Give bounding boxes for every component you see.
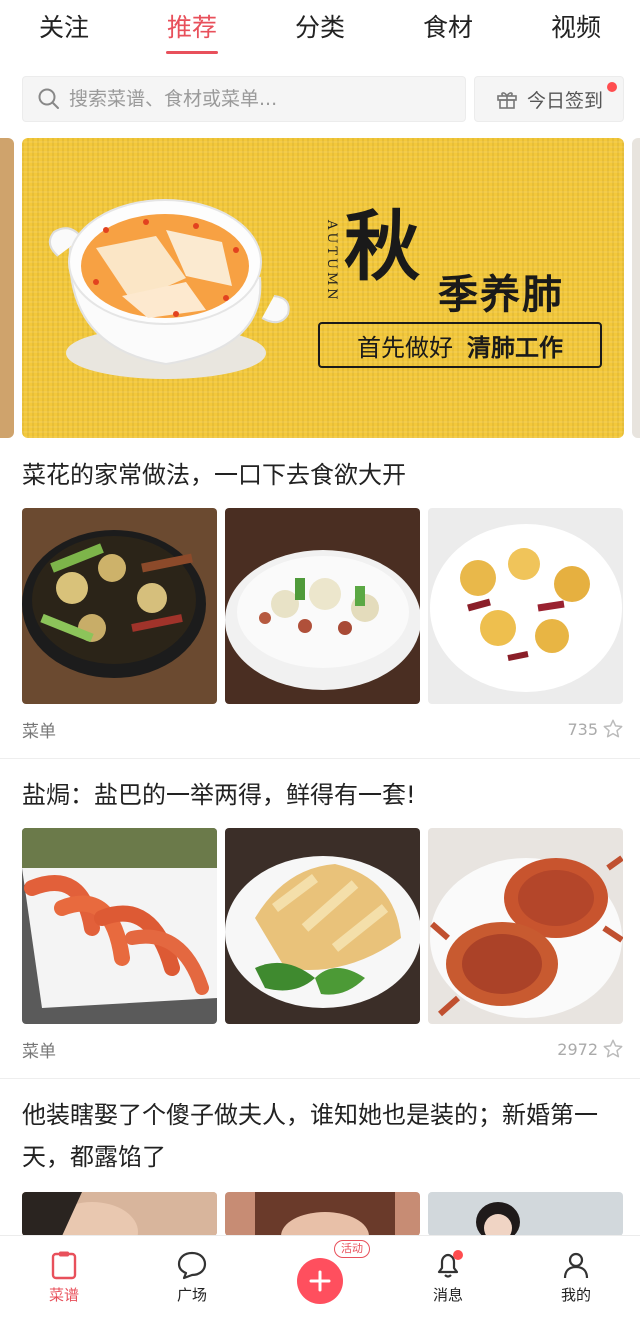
- feed-card-1-title[interactable]: 菜花的家常做法，一口下去食欲大开: [22, 454, 618, 496]
- drama-still-2-image[interactable]: [225, 1192, 420, 1236]
- nav-me[interactable]: 我的: [512, 1236, 640, 1323]
- notification-dot: [607, 82, 617, 92]
- drama-still-3-image[interactable]: [428, 1192, 623, 1236]
- salt-baked-shrimp-image[interactable]: [22, 828, 217, 1024]
- feed-card-3-images[interactable]: [22, 1192, 624, 1236]
- chat-bubble-icon: [177, 1251, 207, 1280]
- tab-ingredients-label: 食材: [422, 13, 473, 42]
- soup-bowl-image: [48, 199, 290, 379]
- person-icon: [563, 1252, 589, 1279]
- feed-divider: [0, 758, 640, 759]
- next-banner-peek[interactable]: [632, 138, 640, 438]
- checkin-label: 今日签到: [526, 89, 603, 112]
- nav-square-label: 广场: [176, 1286, 207, 1304]
- feed-divider: [0, 1078, 640, 1079]
- feed-card-3-title[interactable]: 他装瞎娶了个傻子做夫人，谁知她也是装的；新婚第一天，都露馅了: [22, 1094, 618, 1178]
- tab-recommend-label: 推荐: [166, 13, 217, 42]
- feed-card-2-meta: 菜单 2972: [22, 1034, 624, 1064]
- top-tab-bar: 关注 推荐 分类 食材 视频: [0, 0, 640, 62]
- banner-slogan-box: 首先做好 清肺工作: [318, 322, 602, 368]
- feed-card-1-count: 735: [567, 719, 598, 739]
- active-tab-indicator: [166, 51, 218, 54]
- banner-autumn-text: AUTUMN: [324, 220, 339, 303]
- tab-video-label: 视频: [550, 13, 601, 42]
- feed-card-1-favorites[interactable]: 735: [567, 718, 624, 740]
- tab-ingredients[interactable]: 食材: [384, 0, 512, 62]
- feed-card-1-meta: 菜单 735: [22, 714, 624, 744]
- drama-still-1-image[interactable]: [22, 1192, 217, 1236]
- event-badge: 活动: [334, 1240, 370, 1258]
- create-button[interactable]: [297, 1258, 343, 1304]
- banner-subtitle: 季养肺: [438, 271, 564, 318]
- nav-create[interactable]: 活动: [256, 1236, 384, 1323]
- nav-recipes-label: 菜谱: [48, 1286, 79, 1304]
- banner-big-char: 秋: [344, 202, 420, 291]
- salt-baked-crab-image[interactable]: [428, 828, 623, 1024]
- tab-category-label: 分类: [294, 13, 345, 42]
- feed-card-2-title[interactable]: 盐焗：盐巴的一举两得，鲜得有一套!: [22, 774, 618, 816]
- nav-me-label: 我的: [560, 1286, 591, 1304]
- promo-banner[interactable]: AUTUMN 秋 季养肺 首先做好 清肺工作: [22, 138, 624, 438]
- banner-slogan-2: 清肺工作: [467, 332, 563, 362]
- bottom-nav: 菜谱 广场 活动 消息 我的: [0, 1235, 640, 1323]
- nav-recipes[interactable]: 菜谱: [0, 1236, 128, 1323]
- tab-follow-label: 关注: [38, 13, 89, 42]
- feed-card-1-type: 菜单: [22, 721, 56, 742]
- tab-recommend[interactable]: 推荐: [128, 0, 256, 62]
- nav-messages-label: 消息: [432, 1286, 463, 1304]
- daily-checkin-button[interactable]: 今日签到: [474, 76, 624, 122]
- feed-card-2-count: 2972: [557, 1039, 598, 1059]
- feed-card-2-images[interactable]: [22, 828, 624, 1024]
- tab-category[interactable]: 分类: [256, 0, 384, 62]
- tab-video[interactable]: 视频: [512, 0, 640, 62]
- nav-messages[interactable]: 消息: [384, 1236, 512, 1323]
- search-bar[interactable]: [22, 76, 466, 122]
- cauliflower-peanut-bowl-image[interactable]: [225, 508, 420, 704]
- search-input[interactable]: [69, 88, 449, 110]
- cauliflower-pork-skillet-image[interactable]: [22, 508, 217, 704]
- banner-slogan-1: 首先做好: [357, 333, 453, 362]
- tab-follow[interactable]: 关注: [0, 0, 128, 62]
- feed-card-2-favorites[interactable]: 2972: [557, 1038, 624, 1060]
- prev-banner-peek[interactable]: [0, 138, 14, 438]
- plus-icon: [309, 1270, 331, 1292]
- search-row: 今日签到: [22, 76, 624, 124]
- salt-baked-chicken-image[interactable]: [225, 828, 420, 1024]
- feed-card-1-images[interactable]: [22, 508, 624, 704]
- cauliflower-chili-plate-image[interactable]: [428, 508, 623, 704]
- feed-card-2-type: 菜单: [22, 1041, 56, 1062]
- recipe-icon: [51, 1251, 77, 1280]
- messages-dot: [453, 1250, 463, 1260]
- gift-icon: [497, 92, 517, 109]
- star-icon[interactable]: [602, 718, 624, 740]
- nav-square[interactable]: 广场: [128, 1236, 256, 1323]
- search-icon: [38, 88, 59, 109]
- star-icon[interactable]: [602, 1038, 624, 1060]
